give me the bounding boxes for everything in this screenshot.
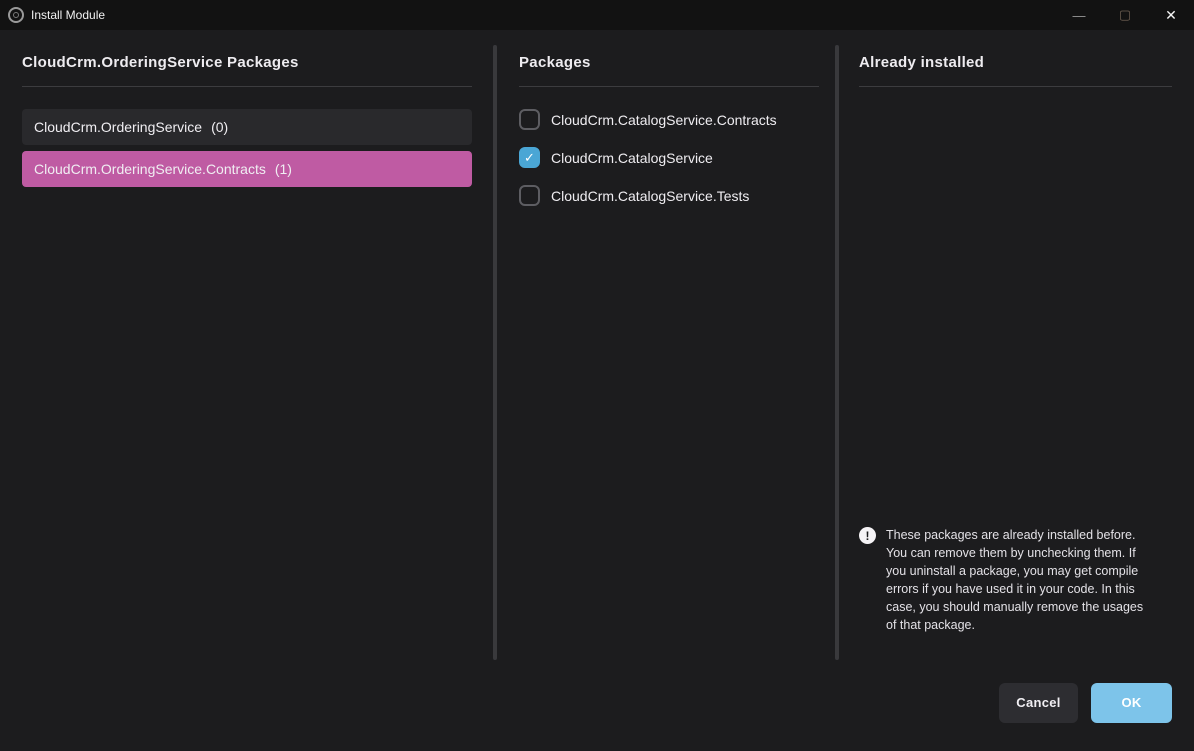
package-label: CloudCrm.CatalogService.Tests: [551, 188, 749, 204]
checkbox-icon[interactable]: ✓: [519, 185, 540, 206]
package-row-catalogservice-tests[interactable]: ✓ CloudCrm.CatalogService.Tests: [519, 185, 819, 206]
ok-button[interactable]: OK: [1091, 683, 1172, 723]
main-content: CloudCrm.OrderingService Packages CloudC…: [0, 30, 1194, 660]
info-icon: !: [859, 527, 876, 544]
heading-divider: [519, 86, 819, 87]
maximize-button[interactable]: ▢: [1102, 0, 1148, 30]
package-row-catalogservice-contracts[interactable]: ✓ CloudCrm.CatalogService.Contracts: [519, 109, 819, 130]
app-icon: [8, 7, 24, 23]
install-module-window: Install Module — ▢ ✕ CloudCrm.OrderingSe…: [0, 0, 1194, 751]
module-item-orderingservice-contracts[interactable]: CloudCrm.OrderingService.Contracts (1): [22, 151, 472, 187]
titlebar: Install Module — ▢ ✕: [0, 0, 1194, 30]
footer: Cancel OK: [0, 660, 1194, 751]
close-button[interactable]: ✕: [1148, 0, 1194, 30]
module-item-orderingservice[interactable]: CloudCrm.OrderingService (0): [22, 109, 472, 145]
module-item-count: (0): [211, 119, 228, 135]
package-label: CloudCrm.CatalogService: [551, 150, 713, 166]
modules-panel: CloudCrm.OrderingService Packages CloudC…: [0, 30, 493, 660]
module-item-label: CloudCrm.OrderingService: [34, 119, 202, 135]
packages-panel-heading: Packages: [519, 54, 819, 71]
package-row-catalogservice[interactable]: ✓ CloudCrm.CatalogService: [519, 147, 819, 168]
package-label: CloudCrm.CatalogService.Contracts: [551, 112, 777, 128]
window-controls: — ▢ ✕: [1056, 0, 1194, 30]
modules-panel-heading: CloudCrm.OrderingService Packages: [22, 54, 472, 71]
installed-note-text: These packages are already installed bef…: [886, 526, 1154, 634]
checkbox-icon[interactable]: ✓: [519, 147, 540, 168]
heading-divider: [859, 86, 1172, 87]
window-title: Install Module: [31, 8, 105, 22]
heading-divider: [22, 86, 472, 87]
installed-note: ! These packages are already installed b…: [859, 526, 1172, 634]
minimize-button[interactable]: —: [1056, 0, 1102, 30]
already-installed-panel: Already installed ! These packages are a…: [839, 30, 1194, 660]
checkbox-icon[interactable]: ✓: [519, 109, 540, 130]
cancel-button[interactable]: Cancel: [999, 683, 1078, 723]
already-installed-heading: Already installed: [859, 54, 1172, 71]
module-item-count: (1): [275, 161, 292, 177]
packages-panel: Packages ✓ CloudCrm.CatalogService.Contr…: [497, 30, 835, 660]
module-item-label: CloudCrm.OrderingService.Contracts: [34, 161, 266, 177]
